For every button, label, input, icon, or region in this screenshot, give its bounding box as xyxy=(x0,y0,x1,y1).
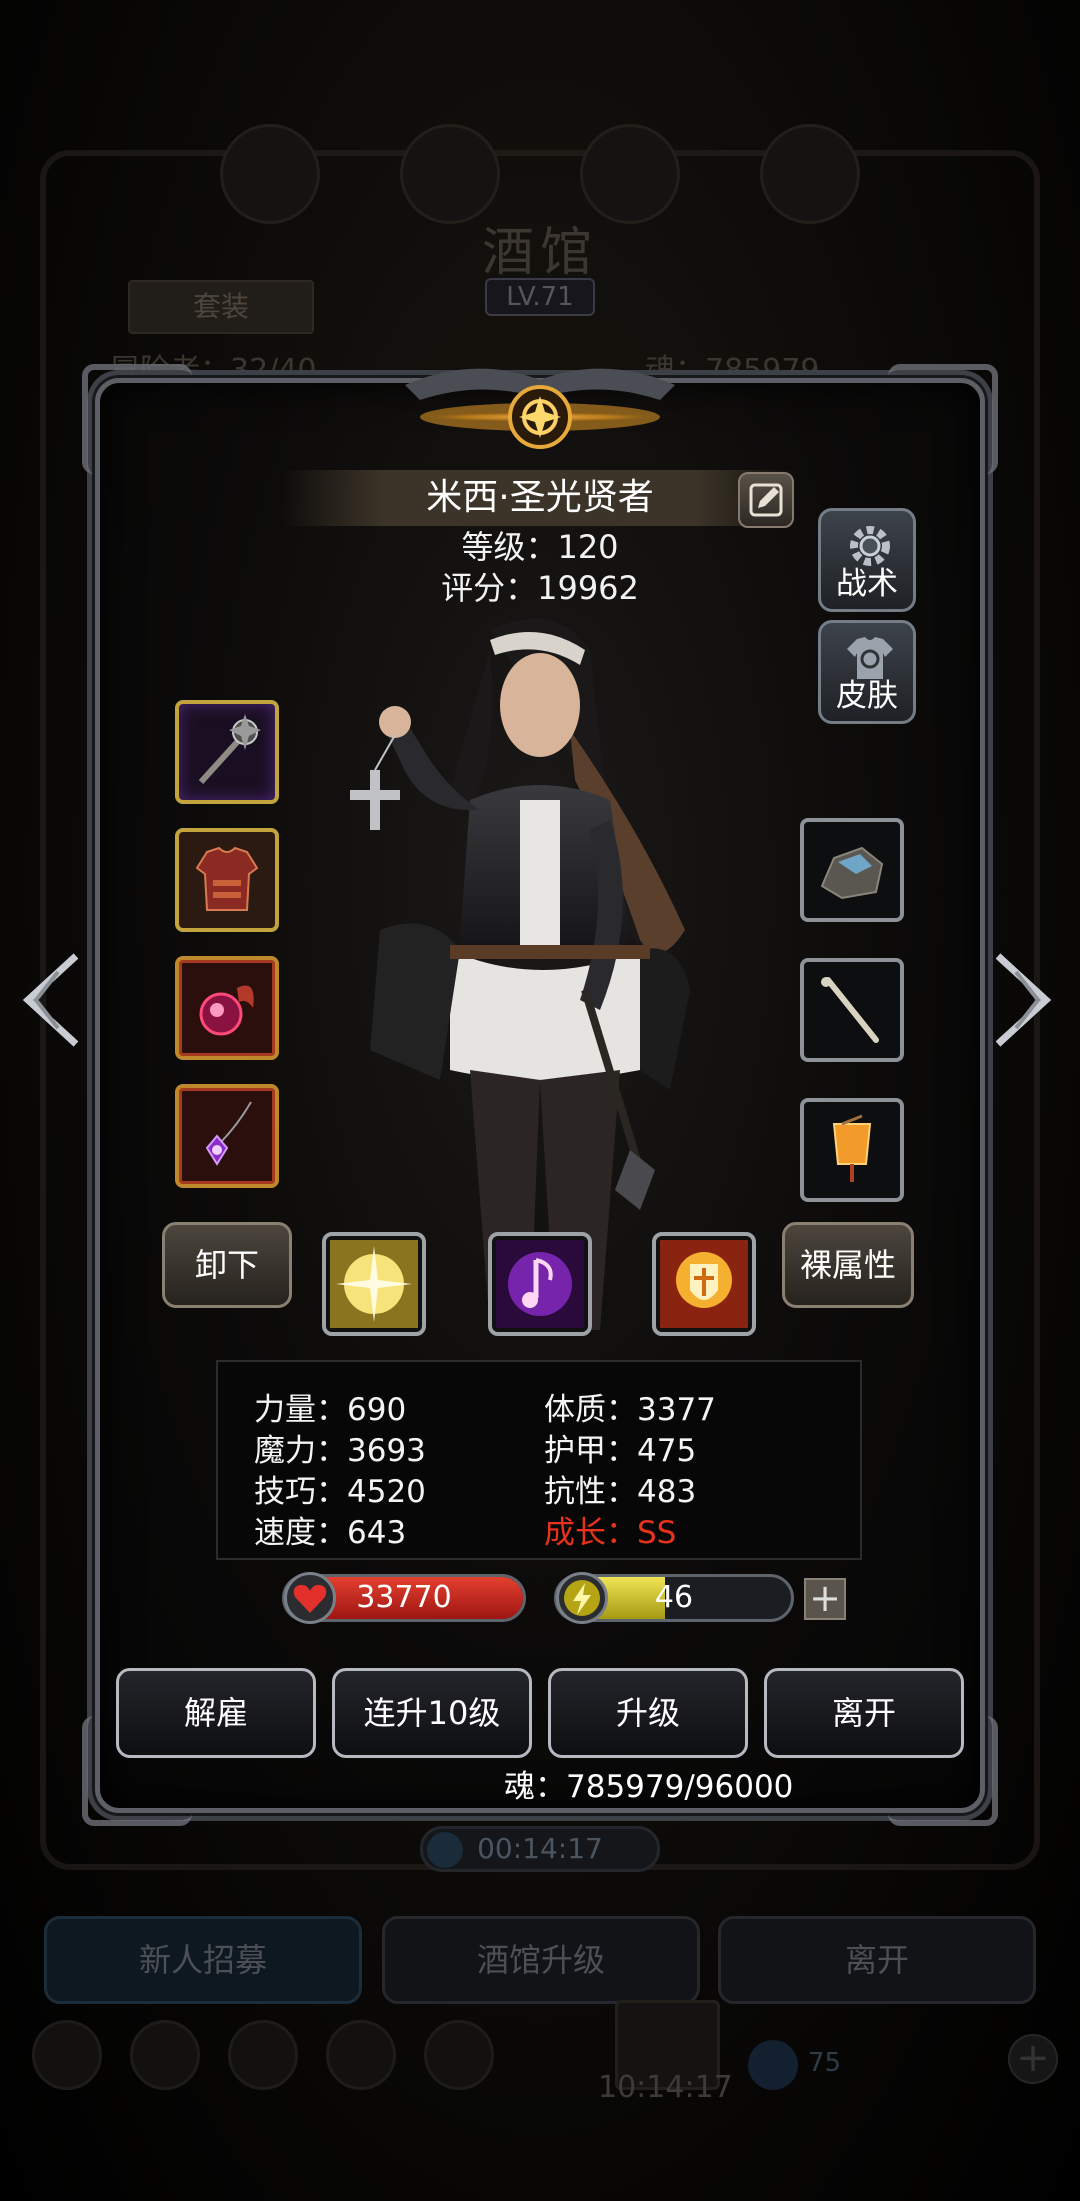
leave-button[interactable]: 离开 xyxy=(764,1668,964,1758)
stat-speed: 速度：643 xyxy=(254,1515,407,1551)
skill-slot-1[interactable] xyxy=(322,1232,426,1336)
orb-icon xyxy=(199,985,254,1036)
background-gem-count: 75 xyxy=(808,2048,842,2078)
bg-top-icon xyxy=(580,124,680,224)
bg-top-icon xyxy=(760,124,860,224)
skill-slot-3[interactable] xyxy=(652,1232,756,1336)
lantern-icon xyxy=(832,1114,872,1182)
stats-panel: 力量：690 魔力：3693 技巧：4520 速度：643 体质：3377 护甲… xyxy=(216,1360,862,1560)
panel-corner-ornament xyxy=(888,364,998,474)
hero-level: 等级：120 xyxy=(461,528,619,566)
unequip-button[interactable]: 卸下 xyxy=(162,1222,292,1308)
background-leave-button: 离开 xyxy=(718,1916,1036,2004)
bg-bottom-icon xyxy=(228,2020,298,2090)
bg-bottom-icon xyxy=(326,2020,396,2090)
ore-icon xyxy=(820,846,884,900)
stat-resistance: 抗性：483 xyxy=(544,1474,697,1510)
stat-strength: 力量：690 xyxy=(254,1392,407,1428)
hero-name: 米西·圣光贤者 xyxy=(282,470,798,526)
dismiss-button[interactable]: 解雇 xyxy=(116,1668,316,1758)
stat-growth: 成长：SS xyxy=(544,1515,677,1551)
tactics-tab-label: 战术 xyxy=(836,566,898,602)
timer-icon xyxy=(427,1832,463,1868)
background-bottom-icons xyxy=(32,2020,494,2090)
soul-cost: 魂：785979/96000 xyxy=(504,1769,794,1805)
equipment-slot-material-bone[interactable] xyxy=(800,958,904,1062)
bg-bottom-icon xyxy=(130,2020,200,2090)
background-upgrade-tavern-button: 酒馆升级 xyxy=(382,1916,700,2004)
hp-value: 33770 xyxy=(356,1580,452,1615)
background-gem-icon xyxy=(748,2040,798,2090)
equipment-slot-material-ore[interactable] xyxy=(800,818,904,922)
hp-bar: 33770 xyxy=(282,1574,526,1622)
background-timer: 00:14:17 xyxy=(420,1826,660,1872)
naked-attributes-button[interactable]: 裸属性 xyxy=(782,1222,914,1308)
equipment-slot-accessory[interactable] xyxy=(175,956,279,1060)
music-note-icon xyxy=(496,1240,584,1328)
edit-name-button[interactable] xyxy=(738,472,794,528)
pencil-icon xyxy=(749,483,783,517)
bg-bottom-icon xyxy=(32,2020,102,2090)
mace-icon xyxy=(198,714,261,785)
skin-tab-label: 皮肤 xyxy=(836,678,898,714)
hero-score: 评分：19962 xyxy=(441,569,639,607)
add-energy-button[interactable]: + xyxy=(804,1578,846,1620)
holy-burst-icon xyxy=(330,1240,418,1328)
next-hero-arrow-icon[interactable] xyxy=(990,950,1060,1050)
panel-top-emblem-icon xyxy=(405,368,675,449)
timer-text: 00:14:17 xyxy=(477,1832,603,1865)
skin-tab[interactable]: 皮肤 xyxy=(818,620,916,724)
bg-bottom-icon xyxy=(424,2020,494,2090)
holy-shield-icon xyxy=(660,1240,748,1328)
panel-corner-ornament xyxy=(82,364,192,474)
amulet-icon xyxy=(205,1101,252,1166)
energy-bar: 46 xyxy=(554,1574,794,1622)
bone-icon xyxy=(821,977,879,1043)
tactics-tab[interactable]: 战术 xyxy=(818,508,916,612)
stat-armor: 护甲：475 xyxy=(544,1433,697,1469)
armor-icon xyxy=(195,846,259,911)
background-chest-timer: 10:14:17 xyxy=(598,2070,733,2105)
energy-value: 46 xyxy=(654,1580,694,1615)
previous-hero-arrow-icon[interactable] xyxy=(14,950,84,1050)
background-title: 酒馆 xyxy=(481,223,598,283)
stat-skill: 技巧：4520 xyxy=(254,1474,426,1510)
background-plus-icon: + xyxy=(1008,2034,1058,2084)
bg-top-icon xyxy=(400,124,500,224)
upgrade-10-levels-button[interactable]: 连升10级 xyxy=(332,1668,532,1758)
upgrade-button[interactable]: 升级 xyxy=(548,1668,748,1758)
equipment-slot-armor[interactable] xyxy=(175,828,279,932)
bg-top-icon xyxy=(220,124,320,224)
stat-constitution: 体质：3377 xyxy=(544,1392,716,1428)
equipment-slot-material-lantern[interactable] xyxy=(800,1098,904,1202)
background-top-icons xyxy=(0,124,1080,224)
background-level-badge: LV.71 xyxy=(485,278,595,316)
background-recruit-button: 新人招募 xyxy=(44,1916,362,2004)
background-suit-button: 套装 xyxy=(128,280,314,334)
equipment-slot-necklace[interactable] xyxy=(175,1084,279,1188)
equipment-slot-weapon[interactable] xyxy=(175,700,279,804)
stat-magic: 魔力：3693 xyxy=(254,1433,426,1469)
skill-slot-2[interactable] xyxy=(488,1232,592,1336)
